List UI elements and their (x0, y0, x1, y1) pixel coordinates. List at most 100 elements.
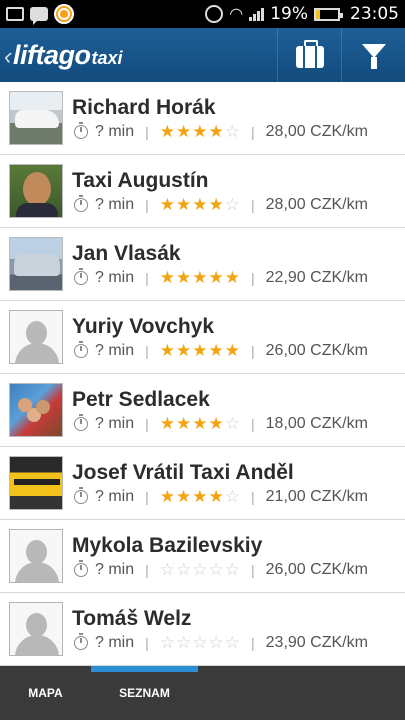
driver-meta: ? min | ★ ★ ★ ★ ☆ | 28,00 CZK/km (72, 195, 405, 215)
driver-row[interactable]: Mykola Bazilevskiy? min | ☆ ☆ ☆ ☆ ☆ | 26,00 CZK/… (0, 520, 405, 593)
bottom-tab-bar: MAPA SEZNAM (0, 666, 405, 720)
clock-icon (74, 122, 88, 139)
battery-icon (314, 7, 343, 21)
driver-name: Josef Vrátil Taxi Anděl (72, 461, 294, 484)
clock-icon (74, 268, 88, 285)
system-icons: ◠ 19% 23:05 (205, 4, 399, 24)
driver-name: Richard Horák (72, 96, 216, 119)
separator: | (145, 270, 149, 286)
brand-subtitle: taxi (91, 47, 123, 68)
eta-text: ? min (95, 488, 135, 505)
eta-text: ? min (95, 634, 135, 651)
driver-photo (9, 164, 63, 218)
filter-button[interactable] (341, 28, 405, 82)
separator: | (251, 562, 255, 578)
app-bar: ‹ liftago taxi (0, 28, 405, 82)
star-empty-icon: ☆ (159, 560, 176, 580)
price-per-km: 21,00 CZK/km (265, 488, 368, 505)
driver-name: Tomáš Welz (72, 607, 192, 630)
driver-meta: ? min | ★ ★ ★ ★ ☆ | 21,00 CZK/km (72, 487, 405, 507)
driver-row[interactable]: Richard Horák? min | ★ ★ ★ ★ ☆ | 28,00 CZK/km (0, 82, 405, 155)
star-empty-icon: ☆ (192, 633, 208, 653)
tab-list[interactable]: SEZNAM (91, 666, 198, 720)
separator: | (251, 124, 255, 140)
star-filled-icon: ★ (176, 414, 192, 434)
star-empty-icon: ☆ (224, 487, 241, 507)
star-empty-icon: ☆ (224, 414, 241, 434)
star-filled-icon: ★ (208, 122, 224, 142)
separator: | (251, 489, 255, 505)
driver-meta: ? min | ☆ ☆ ☆ ☆ ☆ | 26,00 CZK/km (72, 560, 405, 580)
star-filled-icon: ★ (192, 414, 208, 434)
separator: | (145, 489, 149, 505)
star-filled-icon: ★ (192, 195, 208, 215)
price-per-km: 26,00 CZK/km (265, 342, 368, 359)
driver-photo (9, 456, 63, 510)
star-empty-icon: ☆ (224, 122, 241, 142)
driver-info: Mykola Bazilevskiy? min | ☆ ☆ ☆ ☆ ☆ | 26,00 CZK/… (72, 533, 405, 579)
briefcase-icon (295, 40, 324, 68)
star-filled-icon: ★ (224, 268, 241, 288)
price-per-km: 28,00 CZK/km (265, 123, 368, 140)
price-per-km: 23,90 CZK/km (265, 634, 368, 651)
driver-row[interactable]: Yuriy Vovchyk? min | ★ ★ ★ ★ ★ | 26,00 CZK/km (0, 301, 405, 374)
tab-map[interactable]: MAPA (0, 666, 91, 720)
star-filled-icon: ★ (208, 341, 224, 361)
price-per-km: 28,00 CZK/km (265, 196, 368, 213)
rating-stars: ★ ★ ★ ★ ☆ (160, 487, 241, 507)
filter-icon (361, 44, 386, 69)
avatar-placeholder-icon (9, 529, 63, 583)
driver-info: Taxi Augustín? min | ★ ★ ★ ★ ☆ | 28,00 CZK/km (72, 168, 405, 214)
driver-row[interactable]: Taxi Augustín? min | ★ ★ ★ ★ ☆ | 28,00 CZK/km (0, 155, 405, 228)
driver-info: Josef Vrátil Taxi Anděl? min | ★ ★ ★ ★ ☆ | 21,00… (72, 460, 405, 506)
star-filled-icon: ★ (208, 414, 224, 434)
separator: | (251, 635, 255, 651)
eta-text: ? min (95, 415, 135, 432)
star-filled-icon: ★ (159, 122, 176, 142)
star-filled-icon: ★ (176, 487, 192, 507)
separator: | (145, 124, 149, 140)
rating-stars: ★ ★ ★ ★ ★ (159, 268, 241, 288)
star-filled-icon: ★ (192, 122, 208, 142)
clock-icon (74, 487, 88, 504)
separator: | (145, 343, 149, 359)
driver-row[interactable]: Jan Vlasák? min | ★ ★ ★ ★ ★ | 22,90 CZK/km (0, 228, 405, 301)
wifi-icon: ◠ (229, 4, 244, 23)
avatar-placeholder-icon (9, 310, 63, 364)
driver-row[interactable]: Tomáš Welz? min | ☆ ☆ ☆ ☆ ☆ | 23,90 CZK/km (0, 593, 405, 666)
star-filled-icon: ★ (159, 341, 176, 361)
driver-row[interactable]: Josef Vrátil Taxi Anděl? min | ★ ★ ★ ★ ☆ | 21,00… (0, 447, 405, 520)
eta-text: ? min (95, 123, 135, 140)
briefcase-button[interactable] (277, 28, 341, 82)
star-empty-icon: ☆ (192, 560, 208, 580)
clock-icon (74, 195, 88, 212)
star-filled-icon: ★ (176, 122, 192, 142)
star-empty-icon: ☆ (208, 633, 224, 653)
driver-info: Richard Horák? min | ★ ★ ★ ★ ☆ | 28,00 CZK/km (72, 95, 405, 141)
app-bar-actions (277, 28, 405, 82)
rating-stars: ☆ ☆ ☆ ☆ ☆ (160, 633, 240, 653)
star-filled-icon: ★ (159, 414, 176, 434)
star-filled-icon: ★ (159, 268, 176, 288)
driver-photo (9, 237, 63, 291)
driver-row[interactable]: Petr Sedlacek? min | ★ ★ ★ ★ ☆ | 18,00 CZK/km (0, 374, 405, 447)
battery-percent: 19% (270, 4, 308, 24)
rating-stars: ★ ★ ★ ★ ☆ (159, 122, 241, 142)
star-filled-icon: ★ (192, 268, 208, 288)
gallery-icon (6, 7, 24, 21)
star-filled-icon: ★ (192, 341, 208, 361)
star-filled-icon: ★ (208, 487, 224, 507)
driver-meta: ? min | ★ ★ ★ ★ ★ | 26,00 CZK/km (72, 341, 405, 361)
star-filled-icon: ★ (224, 341, 241, 361)
separator: | (145, 416, 149, 432)
app-logo-up-button[interactable]: ‹ liftago taxi (0, 40, 123, 71)
separator: | (251, 270, 255, 286)
driver-list[interactable]: Richard Horák? min | ★ ★ ★ ★ ☆ | 28,00 CZK/km Tax… (0, 82, 405, 666)
driver-info: Petr Sedlacek? min | ★ ★ ★ ★ ☆ | 18,00 CZK/km (72, 387, 405, 433)
price-per-km: 18,00 CZK/km (265, 415, 368, 432)
eta-text: ? min (95, 269, 135, 286)
separator: | (251, 416, 255, 432)
rating-stars: ★ ★ ★ ★ ☆ (159, 414, 241, 434)
rating-stars: ★ ★ ★ ★ ☆ (160, 195, 240, 215)
star-filled-icon: ★ (176, 195, 192, 215)
